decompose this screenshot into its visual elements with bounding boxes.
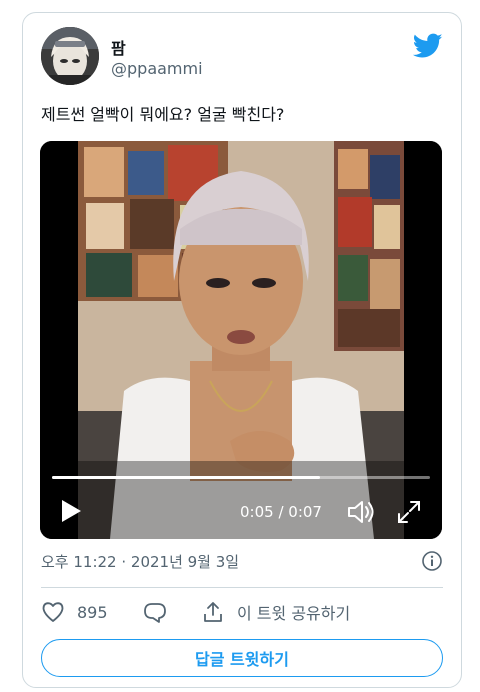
- progress-bar[interactable]: [52, 476, 430, 479]
- avatar[interactable]: [41, 27, 99, 85]
- divider: [41, 587, 443, 588]
- share-icon: [204, 602, 222, 622]
- video-time: 0:05 / 0:07: [240, 503, 322, 521]
- fullscreen-icon[interactable]: [396, 499, 422, 525]
- tweet-card: 팜 @ppaammi 제트썬 얼빡이 뭐에요? 얼굴 빡친다? 0:05 / 0…: [22, 12, 462, 688]
- heart-icon: [42, 602, 64, 622]
- reply-tweet-button[interactable]: 답글 트윗하기: [41, 639, 443, 677]
- user-handle[interactable]: @ppaammi: [111, 59, 203, 78]
- like-count: 895: [77, 602, 108, 622]
- twitter-bird-icon[interactable]: [413, 33, 443, 59]
- reply-action-button[interactable]: [143, 597, 167, 627]
- tweet-text: 제트썬 얼빡이 뭐에요? 얼굴 빡친다?: [41, 105, 285, 124]
- share-label: 이 트윗 공유하기: [237, 604, 351, 623]
- share-button[interactable]: 이 트윗 공유하기: [201, 597, 350, 627]
- volume-icon[interactable]: [346, 499, 376, 525]
- progress-fill: [52, 476, 321, 479]
- reply-icon: [144, 603, 166, 623]
- video-frame: [40, 141, 442, 539]
- display-name[interactable]: 팜: [111, 35, 126, 59]
- tweet-timestamp[interactable]: 오후 11:22 · 2021년 9월 3일: [41, 551, 239, 572]
- video-player[interactable]: 0:05 / 0:07: [40, 141, 442, 539]
- info-icon[interactable]: [421, 550, 443, 572]
- like-button[interactable]: 895: [41, 597, 108, 627]
- play-icon[interactable]: [58, 497, 84, 525]
